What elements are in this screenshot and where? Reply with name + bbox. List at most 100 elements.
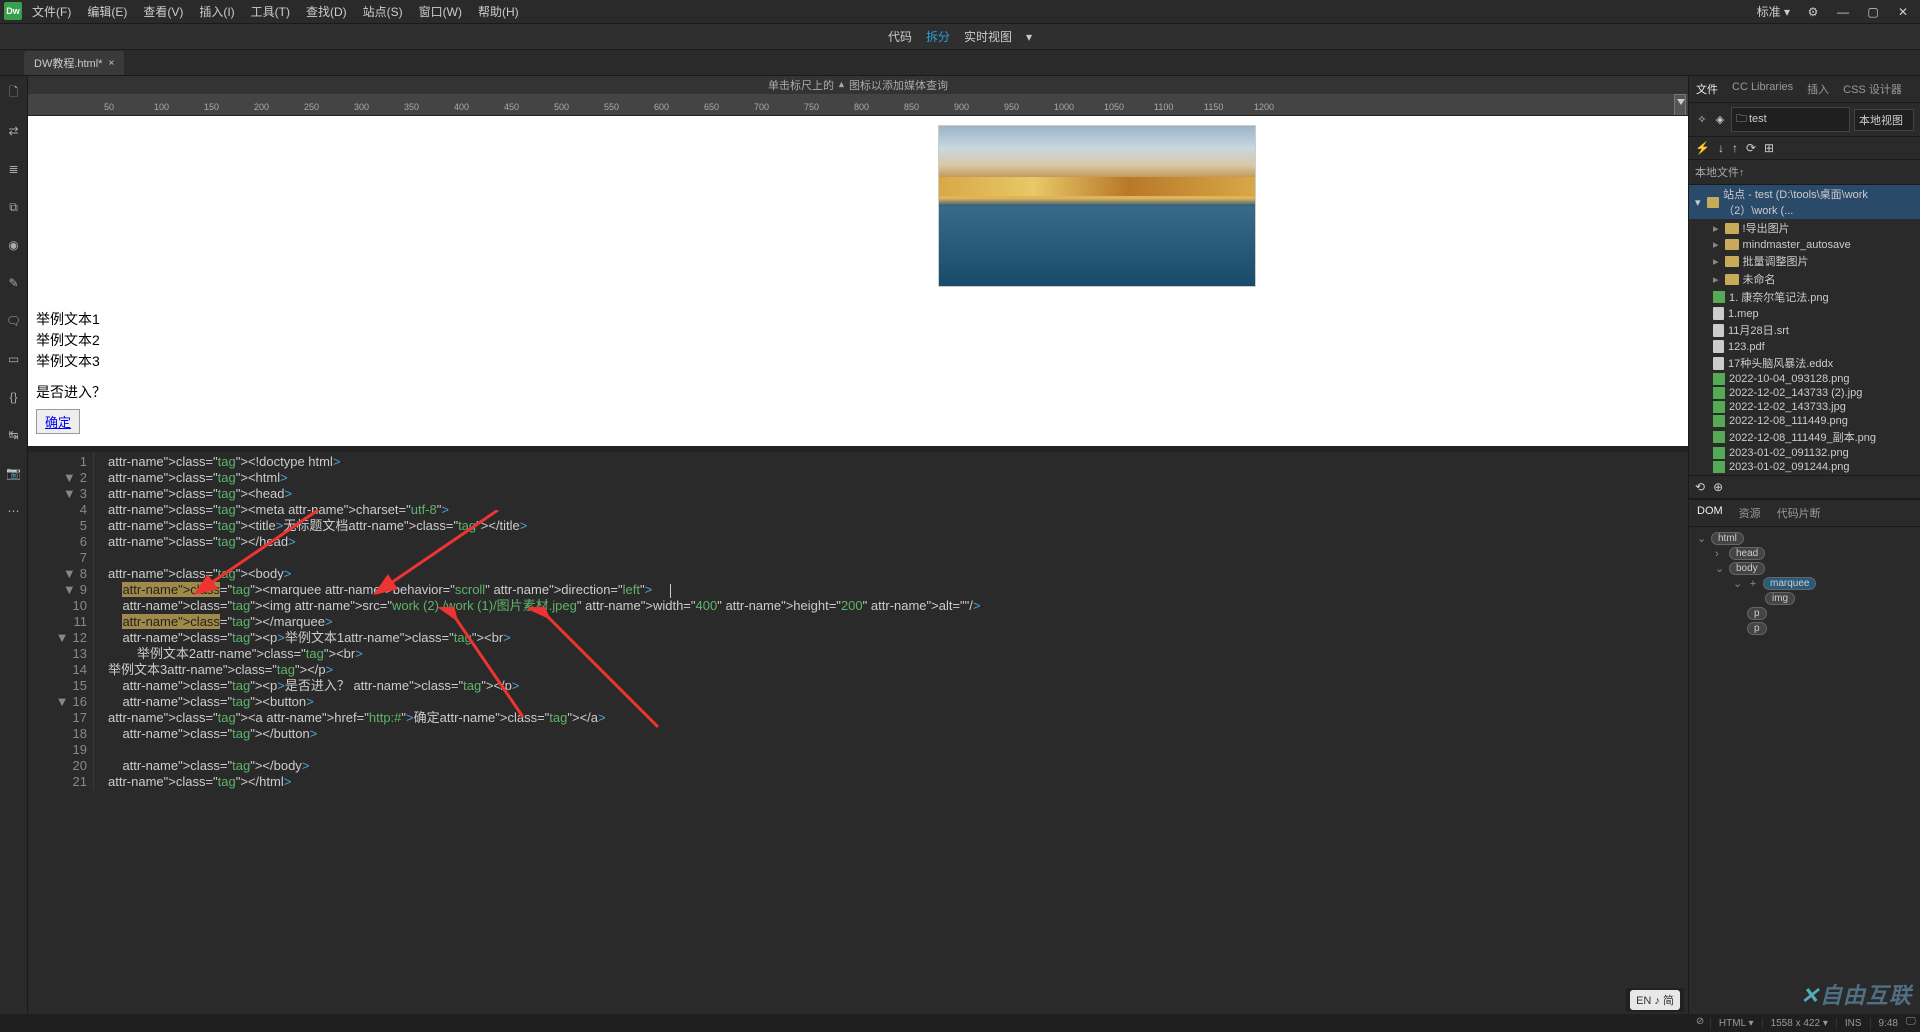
status-lang[interactable]: HTML ▾ xyxy=(1710,1018,1762,1029)
dom-tag-pill[interactable]: marquee xyxy=(1763,577,1816,590)
sync-icon[interactable]: ⚙ xyxy=(1800,2,1826,22)
tab-close-icon[interactable]: × xyxy=(108,58,114,69)
dom-tag-pill[interactable]: body xyxy=(1729,562,1765,575)
tool-refresh-icon[interactable]: ◉ xyxy=(5,236,23,254)
tool-manage-icon[interactable]: ⇄ xyxy=(5,122,23,140)
ruler[interactable]: 5010015020025030035040045050055060065070… xyxy=(28,94,1688,116)
dom-node[interactable]: img xyxy=(1693,591,1916,606)
view-code[interactable]: 代码 xyxy=(888,28,912,45)
tab-assets[interactable]: 资源 xyxy=(1731,500,1769,526)
refresh-icon[interactable]: ⟲ xyxy=(1695,480,1705,494)
dom-node[interactable]: ⌄+marquee xyxy=(1693,576,1916,591)
file-label: 2022-12-02_143733.jpg xyxy=(1729,401,1846,413)
file-tree-item[interactable]: ▸mindmaster_autosave xyxy=(1689,237,1920,252)
dom-tag-pill[interactable]: p xyxy=(1747,607,1767,620)
menu-insert[interactable]: 插入(I) xyxy=(191,0,242,23)
tab-insert[interactable]: 插入 xyxy=(1800,76,1836,102)
tab-label: DW教程.html* xyxy=(34,55,102,71)
tool-comment-icon[interactable]: 🗨 xyxy=(5,312,23,330)
add-node-icon[interactable]: + xyxy=(1747,578,1759,590)
put-icon[interactable]: ↑ xyxy=(1732,141,1738,155)
tool-more-icon[interactable]: ⋯ xyxy=(5,502,23,520)
file-tree-item[interactable]: ▾站点 - test (D:\tools\桌面\work（2）\work (..… xyxy=(1689,185,1920,219)
menu-window[interactable]: 窗口(W) xyxy=(411,0,470,23)
code-body[interactable]: attr-name">class="tag"><!doctype html>at… xyxy=(108,454,1688,1014)
file-tree-item[interactable]: 2022-12-02_143733.jpg xyxy=(1689,400,1920,414)
left-toolbar: 🗋 ⇄ ≣ ⧉ ◉ ✎ 🗨 ▭ {} ↹ 📷 ⋯ xyxy=(0,76,28,1014)
menu-site[interactable]: 站点(S) xyxy=(355,0,411,23)
errors-icon[interactable]: ⊘ xyxy=(1696,1016,1710,1030)
preview-button[interactable]: 确定 xyxy=(36,409,80,434)
file-tree-item[interactable]: ▸批量调整图片 xyxy=(1689,252,1920,270)
file-tree-item[interactable]: 1.mep xyxy=(1689,306,1920,321)
file-tree-item[interactable]: 2022-12-08_111449_副本.png xyxy=(1689,428,1920,446)
menu-edit[interactable]: 编辑(E) xyxy=(79,0,135,23)
mq-hint-left: 单击标尺上的 xyxy=(768,77,834,93)
file-tree-item[interactable]: 11月28日.srt xyxy=(1689,321,1920,339)
dom-node[interactable]: ⌄html xyxy=(1693,531,1916,546)
file-tree-item[interactable]: 2023-01-02_091132.png xyxy=(1689,446,1920,460)
menu-find[interactable]: 查找(D) xyxy=(298,0,355,23)
dom-node[interactable]: ›head xyxy=(1693,546,1916,561)
dom-tag-pill[interactable]: p xyxy=(1747,622,1767,635)
maximize-icon[interactable]: ▢ xyxy=(1860,2,1886,22)
view-live[interactable]: 实时视图 xyxy=(964,28,1012,45)
tool-brush-icon[interactable]: ✎ xyxy=(5,274,23,292)
file-tree-item[interactable]: 2022-12-02_143733 (2).jpg xyxy=(1689,386,1920,400)
preview-button-link[interactable]: 确定 xyxy=(45,415,71,430)
view-dropdown[interactable]: 本地视图 xyxy=(1854,109,1914,131)
tool-indent-icon[interactable]: ↹ xyxy=(5,426,23,444)
dom-tag-pill[interactable]: html xyxy=(1711,532,1744,545)
file-tree[interactable]: ▾站点 - test (D:\tools\桌面\work（2）\work (..… xyxy=(1689,185,1920,475)
dom-node[interactable]: ⌄body xyxy=(1693,561,1916,576)
menu-tools[interactable]: 工具(T) xyxy=(243,0,298,23)
menu-help[interactable]: 帮助(H) xyxy=(470,0,527,23)
site-dropdown[interactable]: 🗀test xyxy=(1731,107,1850,132)
file-tree-item[interactable]: 2023-01-02_091244.png xyxy=(1689,460,1920,474)
file-tree-item[interactable]: ▸!导出图片 xyxy=(1689,219,1920,237)
tab-snippets[interactable]: 代码片断 xyxy=(1769,500,1829,526)
ime-status-pill[interactable]: EN ♪ 简 xyxy=(1630,990,1680,1010)
dom-tag-pill[interactable]: img xyxy=(1765,592,1795,605)
file-tree-item[interactable]: 17种头脑风暴法.eddx xyxy=(1689,354,1920,372)
expand-panel-icon[interactable]: ⊞ xyxy=(1764,141,1774,155)
view-split[interactable]: 拆分 xyxy=(926,28,950,45)
menu-file[interactable]: 文件(F) xyxy=(24,0,79,23)
dom-node[interactable]: p xyxy=(1693,621,1916,636)
media-query-bar[interactable]: 单击标尺上的 ▼ 图标以添加媒体查询 xyxy=(28,76,1688,94)
dom-tag-pill[interactable]: head xyxy=(1729,547,1765,560)
tool-snippet-icon[interactable]: ▭ xyxy=(5,350,23,368)
tab-cc-libraries[interactable]: CC Libraries xyxy=(1725,76,1800,102)
code-editor[interactable]: 1▼2▼34567▼8▼91011▼12131415▼161718192021 … xyxy=(28,452,1688,1014)
sync-files-icon[interactable]: ⟳ xyxy=(1746,141,1756,155)
document-tab[interactable]: DW教程.html* × xyxy=(24,51,124,75)
ruler-handle[interactable] xyxy=(1674,94,1686,116)
sftp-icon[interactable]: ◈ xyxy=(1713,113,1727,127)
collapse-icon[interactable]: ⊕ xyxy=(1713,480,1723,494)
close-icon[interactable]: ✕ xyxy=(1890,2,1916,22)
file-tree-item[interactable]: 123.pdf xyxy=(1689,339,1920,354)
tab-files[interactable]: 文件 xyxy=(1689,76,1725,102)
dom-node[interactable]: p xyxy=(1693,606,1916,621)
tool-collapse-icon[interactable]: ⧉ xyxy=(5,198,23,216)
file-tree-item[interactable]: 1. 康奈尔笔记法.png xyxy=(1689,288,1920,306)
define-sites-icon[interactable]: ✧ xyxy=(1695,113,1709,127)
get-icon[interactable]: ↓ xyxy=(1718,141,1724,155)
file-tree-item[interactable]: 2022-10-04_093128.png xyxy=(1689,372,1920,386)
status-settings-icon[interactable]: 🖵 xyxy=(1906,1016,1920,1030)
status-size[interactable]: 1558 x 422 ▾ xyxy=(1762,1018,1836,1029)
chevron-down-icon[interactable]: ▾ xyxy=(1026,30,1032,44)
file-tree-item[interactable]: ▸未命名 xyxy=(1689,270,1920,288)
file-tree-item[interactable]: 2022-12-08_111449.png xyxy=(1689,414,1920,428)
menu-view[interactable]: 查看(V) xyxy=(135,0,191,23)
tool-format-icon[interactable]: {} xyxy=(5,388,23,406)
connect-icon[interactable]: ⚡ xyxy=(1695,141,1710,155)
tool-file-icon[interactable]: 🗋 xyxy=(5,84,23,102)
tab-css-designer[interactable]: CSS 设计器 xyxy=(1836,76,1909,102)
workspace-switcher[interactable]: 标准 ▾ xyxy=(1751,0,1796,23)
tab-dom[interactable]: DOM xyxy=(1689,500,1731,526)
tool-expand-icon[interactable]: ≣ xyxy=(5,160,23,178)
dom-tree[interactable]: ⌄html›head⌄body⌄+marqueeimgpp xyxy=(1689,527,1920,640)
minimize-icon[interactable]: — xyxy=(1830,2,1856,22)
tool-preview-icon[interactable]: 📷 xyxy=(5,464,23,482)
